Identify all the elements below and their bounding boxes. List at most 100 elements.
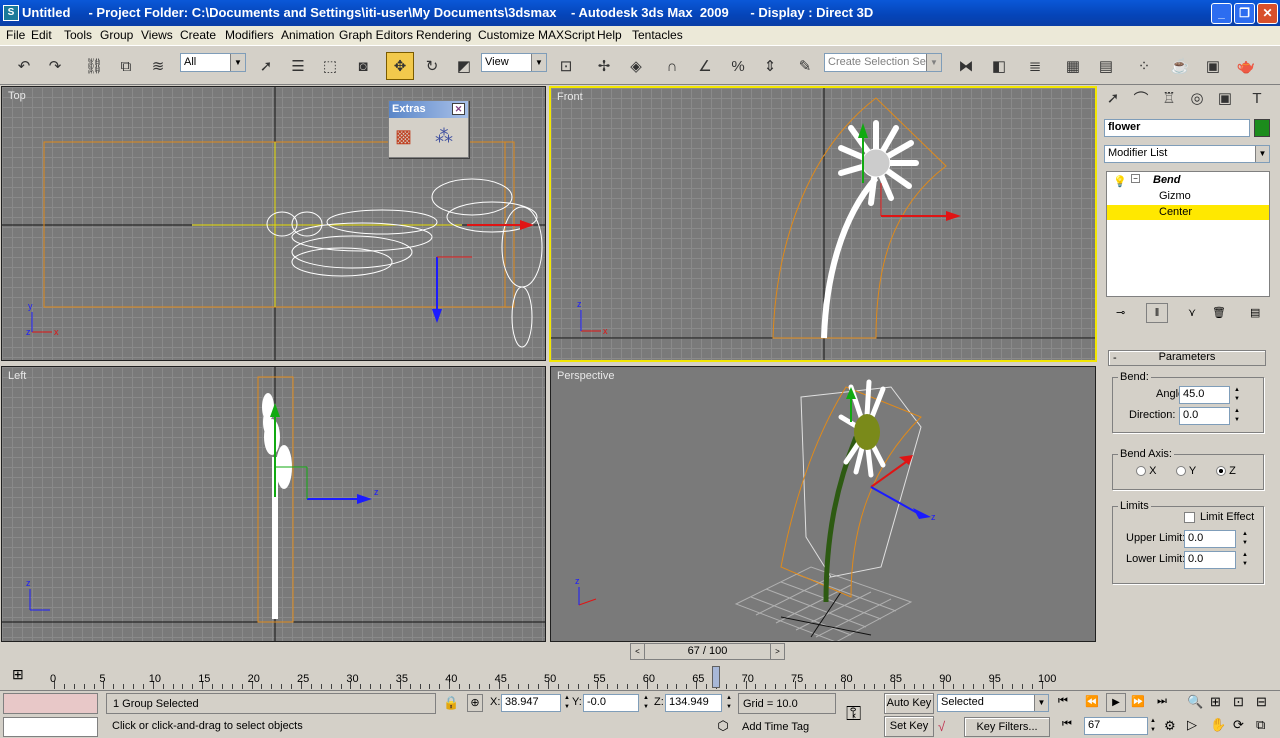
lower-limit-input[interactable]: 0.0 — [1184, 551, 1236, 569]
stack-item-bend[interactable]: Bend — [1153, 174, 1181, 186]
rotate-icon[interactable]: ↻ — [418, 52, 446, 80]
current-frame-marker[interactable] — [711, 666, 720, 688]
previous-frame-icon[interactable]: ⏪ — [1085, 695, 1099, 708]
spinner-snap-icon[interactable]: ⇕ — [756, 52, 784, 80]
menu-modifiers[interactable]: Modifiers — [225, 28, 274, 42]
menu-animation[interactable]: Animation — [281, 28, 334, 42]
orbit-icon[interactable]: ⟳ — [1233, 717, 1244, 733]
menu-customize[interactable]: Customize — [478, 28, 535, 42]
maxscript-listener-pink[interactable] — [3, 693, 98, 714]
menu-tentacles[interactable]: Tentacles — [632, 28, 683, 42]
remove-modifier-icon[interactable]: 🗑 — [1212, 306, 1226, 319]
absolute-mode-icon[interactable]: ⊕ — [467, 694, 483, 712]
lock-selection-icon[interactable]: 🔒 — [443, 695, 459, 711]
maximize-button[interactable]: ❐ — [1234, 3, 1255, 24]
time-slider[interactable]: < 67 / 100 > — [630, 643, 785, 660]
modifier-stack[interactable]: 💡 − Bend Gizmo Center — [1106, 171, 1270, 297]
menu-help[interactable]: Help — [597, 28, 622, 42]
menu-maxscript[interactable]: MAXScript — [538, 28, 595, 42]
go-to-start-icon[interactable]: ⏮ — [1058, 695, 1068, 708]
bind-space-warp-icon[interactable]: ≋ — [144, 52, 172, 80]
auto-key-button[interactable]: Auto Key — [884, 693, 934, 714]
menu-file[interactable]: File — [6, 28, 25, 42]
edit-named-selection-icon[interactable]: ✎ — [791, 52, 819, 80]
window-crossing-icon[interactable]: ◙ — [349, 52, 377, 80]
select-manipulate-icon[interactable]: ✢ — [590, 52, 618, 80]
time-tag-icon[interactable]: ⬡ — [712, 718, 734, 737]
z-coordinate-input[interactable]: 134.949 — [665, 694, 722, 712]
viewport-front[interactable]: Front z x — [549, 86, 1097, 362]
move-icon[interactable]: ✥ — [386, 52, 414, 80]
axis-y-radio[interactable]: Y — [1176, 465, 1196, 477]
angle-spinner[interactable]: ▲ ▼ — [1232, 386, 1242, 404]
lower-limit-spinner[interactable]: ▲ ▼ — [1240, 551, 1250, 569]
y-spinner[interactable]: ▲ ▼ — [641, 694, 651, 712]
key-filters-button[interactable]: Key Filters... — [964, 717, 1050, 737]
zoom-all-icon[interactable]: ⊞ — [1210, 694, 1221, 710]
curve-editor-icon[interactable]: ▦ — [1059, 52, 1087, 80]
current-frame-spinner[interactable]: ▲ ▼ — [1148, 717, 1158, 735]
rendered-frame-icon[interactable]: ▣ — [1199, 52, 1227, 80]
selection-filter-dropdown[interactable]: All ▼ — [180, 53, 246, 72]
menu-views[interactable]: Views — [141, 28, 173, 42]
zoom-icon[interactable]: 🔍 — [1187, 694, 1203, 710]
next-frame-arrow-icon[interactable]: > — [770, 644, 784, 659]
configure-sets-icon[interactable]: ▤ — [1250, 306, 1260, 319]
snaps-toggle-icon[interactable]: ∩ — [658, 52, 686, 80]
rectangular-region-icon[interactable]: ⬚ — [316, 52, 344, 80]
close-icon[interactable]: ✕ — [452, 103, 465, 115]
stack-item-gizmo[interactable]: Gizmo — [1159, 190, 1191, 202]
menu-edit[interactable]: Edit — [31, 28, 52, 42]
make-unique-icon[interactable]: ⋎ — [1188, 306, 1196, 319]
modifier-list-dropdown[interactable]: Modifier List ▼ — [1104, 145, 1270, 163]
add-time-tag-button[interactable]: Add Time Tag — [742, 721, 809, 733]
schematic-view-icon[interactable]: ▤ — [1092, 52, 1120, 80]
next-frame-icon[interactable]: ⏩ — [1131, 695, 1145, 708]
key-mode-dropdown[interactable]: Selected ▼ — [937, 694, 1049, 712]
axis-z-radio[interactable]: Z — [1216, 465, 1236, 477]
reference-coord-dropdown[interactable]: View ▼ — [481, 53, 547, 72]
go-to-end-icon[interactable]: ⏭ — [1157, 695, 1167, 708]
viewport-perspective[interactable]: Perspective z z — [550, 366, 1096, 642]
minimize-button[interactable]: _ — [1211, 3, 1232, 24]
menu-group[interactable]: Group — [100, 28, 133, 42]
z-spinner[interactable]: ▲ ▼ — [724, 694, 734, 712]
menu-graph-editors[interactable]: Graph Editors — [339, 28, 413, 42]
y-coordinate-input[interactable]: -0.0 — [583, 694, 639, 712]
scale-icon[interactable]: ◩ — [450, 52, 478, 80]
stack-item-center-row[interactable]: Center — [1107, 205, 1269, 220]
prev-frame-arrow-icon[interactable]: < — [631, 644, 645, 659]
object-color-swatch[interactable] — [1254, 119, 1270, 137]
angle-input[interactable]: 45.0 — [1179, 386, 1230, 404]
named-selection-dropdown[interactable]: Create Selection Set ▼ — [824, 53, 942, 72]
set-key-button[interactable]: Set Key — [884, 716, 934, 737]
layer-manager-icon[interactable]: ≣ — [1021, 52, 1049, 80]
viewport-left[interactable]: Left z z — [1, 366, 546, 642]
track-bar[interactable]: ⊞ 0 5 10 15 20 25 30 35 40 45 50 55 60 65 70 75 80 85 90 95… — [0, 662, 1100, 690]
redo-icon[interactable]: ↷ — [41, 52, 69, 80]
percent-snap-icon[interactable]: % — [724, 52, 752, 80]
current-frame-input[interactable]: 67 — [1084, 717, 1148, 735]
play-icon[interactable]: ▶ — [1106, 693, 1126, 712]
lightbulb-icon[interactable]: 💡 — [1113, 175, 1127, 188]
show-end-result-icon[interactable]: ‖ — [1146, 303, 1168, 323]
x-coordinate-input[interactable]: 38.947 — [501, 694, 561, 712]
close-button[interactable]: ✕ — [1257, 3, 1278, 24]
upper-limit-spinner[interactable]: ▲ ▼ — [1240, 530, 1250, 548]
keyboard-shortcut-icon[interactable]: ◈ — [622, 52, 650, 80]
collapse-icon[interactable]: − — [1131, 174, 1140, 183]
snapshot-icon[interactable]: ⁂ — [435, 126, 453, 147]
direction-input[interactable]: 0.0 — [1179, 407, 1230, 425]
menu-create[interactable]: Create — [180, 28, 216, 42]
modify-tab-icon[interactable]: ⌒ — [1130, 87, 1152, 109]
axis-x-radio[interactable]: X — [1136, 465, 1156, 477]
motion-tab-icon[interactable]: ◎ — [1186, 87, 1208, 109]
select-by-name-icon[interactable]: ☰ — [284, 52, 312, 80]
pivot-center-icon[interactable]: ⊡ — [552, 52, 580, 80]
array-icon[interactable]: ▩ — [395, 126, 412, 147]
hierarchy-tab-icon[interactable]: ♖ — [1158, 87, 1180, 109]
link-icon[interactable]: ⛓ — [80, 52, 108, 80]
extras-panel[interactable]: Extras ✕ ▩ ⁂ — [388, 100, 469, 158]
tangent-type-icon[interactable]: √ — [938, 719, 945, 734]
upper-limit-input[interactable]: 0.0 — [1184, 530, 1236, 548]
